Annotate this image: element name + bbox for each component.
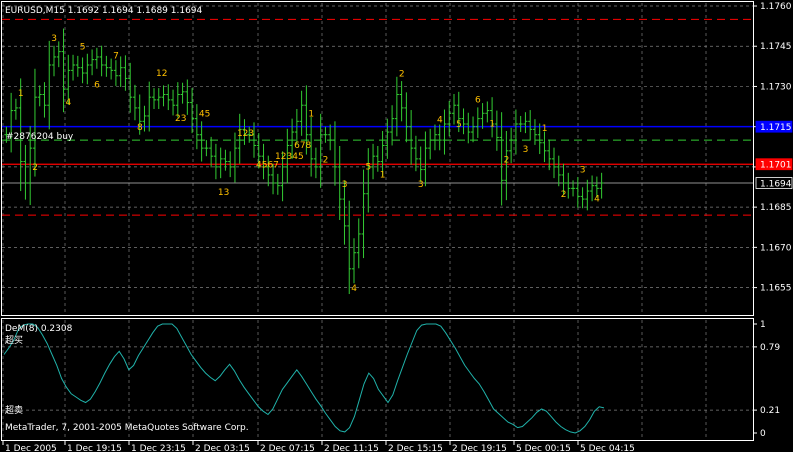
copyright-text: MetaTrader, 7, 2001-2005 MetaQuotes Soft… [5, 423, 249, 433]
price-tag-label: 1.1715 [760, 123, 792, 133]
marker-label: 45 [199, 110, 210, 120]
time-tick-label: 2 Dec 11:15 [324, 444, 379, 452]
marker-label: 5 [80, 43, 86, 53]
marker-label: 3 [418, 180, 424, 190]
time-tick-label: 1 Dec 19:15 [67, 444, 122, 452]
marker-label: 2 [399, 70, 405, 80]
marker-label: 2 [32, 163, 38, 173]
indicator-tick-label: 0 [760, 429, 766, 439]
overbought-label: 超买 [5, 334, 23, 346]
time-tick-label: 1 Dec 23:15 [131, 444, 186, 452]
time-tick-label: 5 Dec 00:15 [516, 444, 571, 452]
price-tag: 1.1694 [755, 177, 793, 190]
marker-label: 5 [366, 163, 372, 173]
marker-label: 1 [18, 89, 24, 99]
marker-label: 123 [237, 129, 254, 139]
marker-label: 2 [561, 190, 567, 200]
price-tick-label: 1.1685 [760, 203, 792, 213]
marker-label: 1 [542, 124, 548, 134]
oversold-label: 超卖 [5, 404, 23, 416]
marker-label: 4 [437, 116, 443, 126]
marker-label: 13 [218, 188, 229, 198]
time-tick-label: 2 Dec 15:15 [388, 444, 443, 452]
price-tick-label: 1.1670 [760, 243, 792, 253]
time-tick-label: 5 Dec 04:15 [580, 444, 635, 452]
marker-label: 12 [156, 69, 167, 79]
time-tick-label: 2 Dec 07:15 [260, 444, 315, 452]
marker-label: 3 [580, 165, 586, 175]
indicator-tick-label: 0.79 [760, 343, 780, 353]
marker-label: 12345 [275, 152, 304, 162]
marker-label: 4 [351, 284, 357, 294]
marker-label: 6 [475, 96, 481, 106]
price-tick-label: 1.1760 [760, 2, 792, 12]
marker-label: 2 [323, 156, 329, 166]
price-tag: 1.1715 [755, 120, 793, 133]
marker-label: 3 [523, 145, 529, 155]
marker-label: 4 [594, 195, 600, 205]
chart-window[interactable]: 123456781223 4513123456712345678123451234… [0, 0, 793, 452]
price-tick-label: 1.1745 [760, 42, 792, 52]
marker-label: 1 [489, 120, 495, 130]
price-tag: 1.1701 [755, 158, 793, 171]
marker-label: 6 [94, 81, 100, 91]
indicator-tick-label: 0.21 [760, 406, 780, 416]
marker-label: 23 [175, 114, 186, 124]
time-tick-label: 1 Dec 2005 [5, 444, 57, 452]
price-tick-label: 1.1655 [760, 284, 792, 294]
time-tick-label: 2 Dec 19:15 [452, 444, 507, 452]
price-tag-label: 1.1694 [760, 180, 792, 190]
marker-label: 1 [380, 171, 386, 181]
marker-label: 4 [66, 98, 72, 108]
indicator-tick-label: 1 [760, 320, 766, 330]
marker-label: 5 [456, 120, 462, 130]
chart-header: EURUSD,M15 1.1692 1.1694 1.1689 1.1694 [5, 6, 203, 16]
object-label: #2876204 buy [6, 132, 74, 142]
marker-label: 678 [294, 141, 311, 151]
price-tag-label: 1.1701 [760, 161, 792, 171]
marker-label: 2 [504, 155, 510, 165]
price-tick-label: 1.1730 [760, 82, 792, 92]
indicator-header: DeM(8) 0.2308 [5, 324, 73, 334]
time-tick-label: 2 Dec 03:15 [195, 444, 250, 452]
marker-label: 8 [137, 123, 143, 133]
marker-label: 7 [113, 51, 119, 61]
marker-label: 3 [51, 34, 57, 44]
marker-label: 3 [342, 180, 348, 190]
marker-label: 1 [308, 110, 314, 120]
